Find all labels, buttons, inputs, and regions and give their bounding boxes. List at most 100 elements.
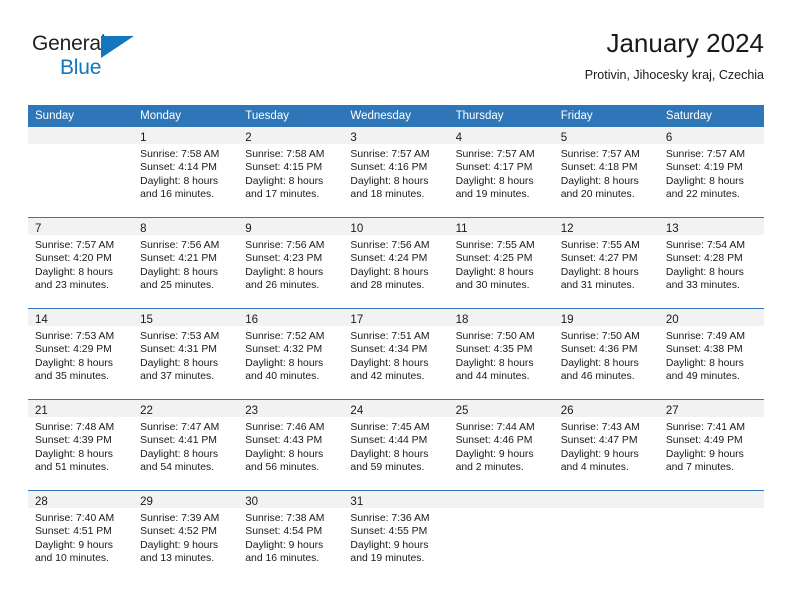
- sunrise-text: Sunrise: 7:53 AM: [35, 331, 115, 342]
- day-number: 6: [665, 132, 673, 144]
- daylight-text-line1: Daylight: 8 hours: [245, 175, 324, 187]
- sunset-text: Sunset: 4:43 PM: [245, 435, 323, 447]
- calendar-day-cell[interactable]: 29 Sunrise: 7:39 AM Sunset: 4:52 PM Dayligh…: [133, 490, 239, 581]
- daylight-text-line1: Daylight: 9 hours: [35, 539, 113, 551]
- sunset-text: Sunset: 4:44 PM: [350, 435, 428, 447]
- calendar-day-cell[interactable]: 17 Sunrise: 7:51 AM Sunset: 4:34 PM Dayligh…: [343, 308, 449, 400]
- day-number: 26: [560, 405, 574, 417]
- sunset-text: Sunset: 4:19 PM: [665, 162, 743, 174]
- sunset-text: Sunset: 4:36 PM: [560, 344, 638, 356]
- day-number-band: 23: [238, 400, 344, 417]
- calendar-day-cell[interactable]: 15 Sunrise: 7:53 AM Sunset: 4:31 PM Dayligh…: [133, 308, 239, 400]
- calendar-day-cell[interactable]: 23 Sunrise: 7:46 AM Sunset: 4:43 PM Dayligh…: [238, 399, 344, 491]
- day-number: 18: [455, 314, 469, 326]
- calendar-day-cell[interactable]: 20 Sunrise: 7:49 AM Sunset: 4:38 PM Dayligh…: [658, 308, 764, 400]
- calendar-day-cell[interactable]: 14 Sunrise: 7:53 AM Sunset: 4:29 PM Dayligh…: [28, 308, 134, 400]
- calendar-day-cell[interactable]: 24 Sunrise: 7:45 AM Sunset: 4:44 PM Dayligh…: [343, 399, 449, 491]
- sunrise-text: Sunrise: 7:57 AM: [455, 149, 535, 160]
- general-blue-logo[interactable]: General Blue: [32, 32, 172, 88]
- day-number-band: 18: [448, 309, 554, 326]
- calendar-day-cell[interactable]: 9 Sunrise: 7:56 AM Sunset: 4:23 PM Daylight…: [238, 217, 344, 309]
- sunrise-text: Sunrise: 7:45 AM: [350, 422, 430, 433]
- day-number-band: 16: [238, 309, 344, 326]
- daylight-text-line2: and 7 minutes.: [665, 462, 735, 474]
- daylight-text-line2: and 19 minutes.: [350, 553, 425, 565]
- calendar-day-cell[interactable]: 6 Sunrise: 7:57 AM Sunset: 4:19 PM Daylight…: [658, 127, 764, 218]
- day-number: 1: [140, 132, 147, 144]
- daylight-text-line2: and 42 minutes.: [350, 371, 425, 383]
- day-number-band: 26: [553, 400, 659, 417]
- calendar-day-cell[interactable]: 13 Sunrise: 7:54 AM Sunset: 4:28 PM Dayligh…: [658, 217, 764, 309]
- calendar-day-cell[interactable]: 10 Sunrise: 7:56 AM Sunset: 4:24 PM Dayligh…: [343, 217, 449, 309]
- calendar-body: 1 Sunrise: 7:58 AM Sunset: 4:14 PM Daylight…: [28, 127, 764, 581]
- day-number-band: 6: [658, 127, 764, 144]
- calendar-day-cell[interactable]: 25 Sunrise: 7:44 AM Sunset: 4:46 PM Dayligh…: [448, 399, 554, 491]
- calendar-day-cell[interactable]: 5 Sunrise: 7:57 AM Sunset: 4:18 PM Daylight…: [553, 127, 659, 218]
- weekday-header-saturday: Saturday: [658, 105, 764, 127]
- calendar-day-cell[interactable]: 8 Sunrise: 7:56 AM Sunset: 4:21 PM Daylight…: [133, 217, 239, 309]
- day-details: Sunrise: 7:52 AM Sunset: 4:32 PM Daylight:…: [238, 326, 343, 384]
- calendar-day-cell[interactable]: 22 Sunrise: 7:47 AM Sunset: 4:41 PM Dayligh…: [133, 399, 239, 491]
- daylight-text-line2: and 40 minutes.: [245, 371, 320, 383]
- calendar-day-cell[interactable]: 27 Sunrise: 7:41 AM Sunset: 4:49 PM Dayligh…: [658, 399, 764, 491]
- daylight-text-line1: Daylight: 8 hours: [245, 357, 324, 369]
- sunset-text: Sunset: 4:39 PM: [35, 435, 112, 447]
- calendar-day-cell[interactable]: 19 Sunrise: 7:50 AM Sunset: 4:36 PM Dayligh…: [553, 308, 659, 400]
- day-number: 25: [455, 405, 469, 417]
- sunrise-text: Sunrise: 7:43 AM: [560, 422, 640, 433]
- calendar-day-cell[interactable]: 3 Sunrise: 7:57 AM Sunset: 4:16 PM Daylight…: [343, 127, 449, 218]
- calendar-day-cell[interactable]: 30 Sunrise: 7:38 AM Sunset: 4:54 PM Dayligh…: [238, 490, 344, 581]
- calendar-cell-empty: [553, 490, 659, 581]
- sunrise-text: Sunrise: 7:57 AM: [665, 149, 745, 160]
- calendar-week-row: 7 Sunrise: 7:57 AM Sunset: 4:20 PM Daylight…: [28, 217, 764, 309]
- daylight-text-line1: Daylight: 8 hours: [665, 175, 744, 187]
- day-details: Sunrise: 7:46 AM Sunset: 4:43 PM Daylight:…: [238, 417, 343, 475]
- sunset-text: Sunset: 4:38 PM: [665, 344, 743, 356]
- day-number: 8: [140, 223, 147, 235]
- daylight-text-line1: Daylight: 9 hours: [140, 539, 219, 551]
- day-details: Sunrise: 7:56 AM Sunset: 4:23 PM Daylight:…: [238, 235, 343, 293]
- title-block: January 2024 Protivin, Jihocesky kraj, C…: [585, 26, 764, 84]
- calendar-grid: Sunday Monday Tuesday Wednesday Thursday…: [28, 105, 764, 581]
- calendar-day-cell[interactable]: 11 Sunrise: 7:55 AM Sunset: 4:25 PM Dayligh…: [448, 217, 554, 309]
- daylight-text-line1: Daylight: 8 hours: [560, 266, 639, 278]
- calendar-day-cell[interactable]: 1 Sunrise: 7:58 AM Sunset: 4:14 PM Daylight…: [133, 127, 239, 218]
- sunrise-text: Sunrise: 7:54 AM: [665, 240, 745, 251]
- sunset-text: Sunset: 4:54 PM: [245, 526, 323, 538]
- day-number-band: 30: [238, 491, 344, 508]
- weekday-header-tuesday: Tuesday: [238, 105, 344, 127]
- daylight-text-line1: Daylight: 9 hours: [350, 539, 429, 551]
- sunset-text: Sunset: 4:28 PM: [665, 253, 743, 265]
- sunset-text: Sunset: 4:14 PM: [140, 162, 217, 174]
- daylight-text-line1: Daylight: 8 hours: [245, 448, 324, 460]
- daylight-text-line2: and 26 minutes.: [245, 280, 320, 292]
- sunset-text: Sunset: 4:46 PM: [455, 435, 533, 447]
- calendar-day-cell[interactable]: 4 Sunrise: 7:57 AM Sunset: 4:17 PM Daylight…: [448, 127, 554, 218]
- calendar-day-cell[interactable]: 16 Sunrise: 7:52 AM Sunset: 4:32 PM Dayligh…: [238, 308, 344, 400]
- daylight-text-line2: and 19 minutes.: [455, 189, 530, 201]
- calendar-week-row: 28 Sunrise: 7:40 AM Sunset: 4:51 PM Dayligh…: [28, 490, 764, 581]
- calendar-day-cell[interactable]: 18 Sunrise: 7:50 AM Sunset: 4:35 PM Dayligh…: [448, 308, 554, 400]
- calendar-day-cell[interactable]: 21 Sunrise: 7:48 AM Sunset: 4:39 PM Dayligh…: [28, 399, 134, 491]
- sunrise-text: Sunrise: 7:38 AM: [245, 513, 325, 524]
- day-details: Sunrise: 7:41 AM Sunset: 4:49 PM Daylight:…: [659, 417, 764, 475]
- calendar-day-cell[interactable]: 28 Sunrise: 7:40 AM Sunset: 4:51 PM Dayligh…: [28, 490, 134, 581]
- calendar-day-cell[interactable]: 26 Sunrise: 7:43 AM Sunset: 4:47 PM Dayligh…: [553, 399, 659, 491]
- daylight-text-line1: Daylight: 8 hours: [140, 175, 219, 187]
- day-number-band: 13: [658, 218, 764, 235]
- day-details: Sunrise: 7:57 AM Sunset: 4:17 PM Daylight:…: [449, 144, 554, 202]
- sunset-text: Sunset: 4:27 PM: [560, 253, 638, 265]
- daylight-text-line2: and 33 minutes.: [665, 280, 740, 292]
- daylight-text-line1: Daylight: 8 hours: [350, 448, 429, 460]
- calendar-day-cell[interactable]: 31 Sunrise: 7:36 AM Sunset: 4:55 PM Dayligh…: [343, 490, 449, 581]
- calendar-day-cell[interactable]: 2 Sunrise: 7:58 AM Sunset: 4:15 PM Daylight…: [238, 127, 344, 218]
- sunrise-text: Sunrise: 7:39 AM: [140, 513, 220, 524]
- day-details: Sunrise: 7:55 AM Sunset: 4:27 PM Daylight:…: [554, 235, 659, 293]
- daylight-text-line1: Daylight: 8 hours: [455, 357, 534, 369]
- day-number-band: 19: [553, 309, 659, 326]
- calendar-week-row: 21 Sunrise: 7:48 AM Sunset: 4:39 PM Dayligh…: [28, 399, 764, 491]
- calendar-week-row: 14 Sunrise: 7:53 AM Sunset: 4:29 PM Dayligh…: [28, 308, 764, 400]
- day-number-band: 3: [343, 127, 449, 144]
- calendar-day-cell[interactable]: 7 Sunrise: 7:57 AM Sunset: 4:20 PM Daylight…: [28, 217, 134, 309]
- calendar-day-cell[interactable]: 12 Sunrise: 7:55 AM Sunset: 4:27 PM Dayligh…: [553, 217, 659, 309]
